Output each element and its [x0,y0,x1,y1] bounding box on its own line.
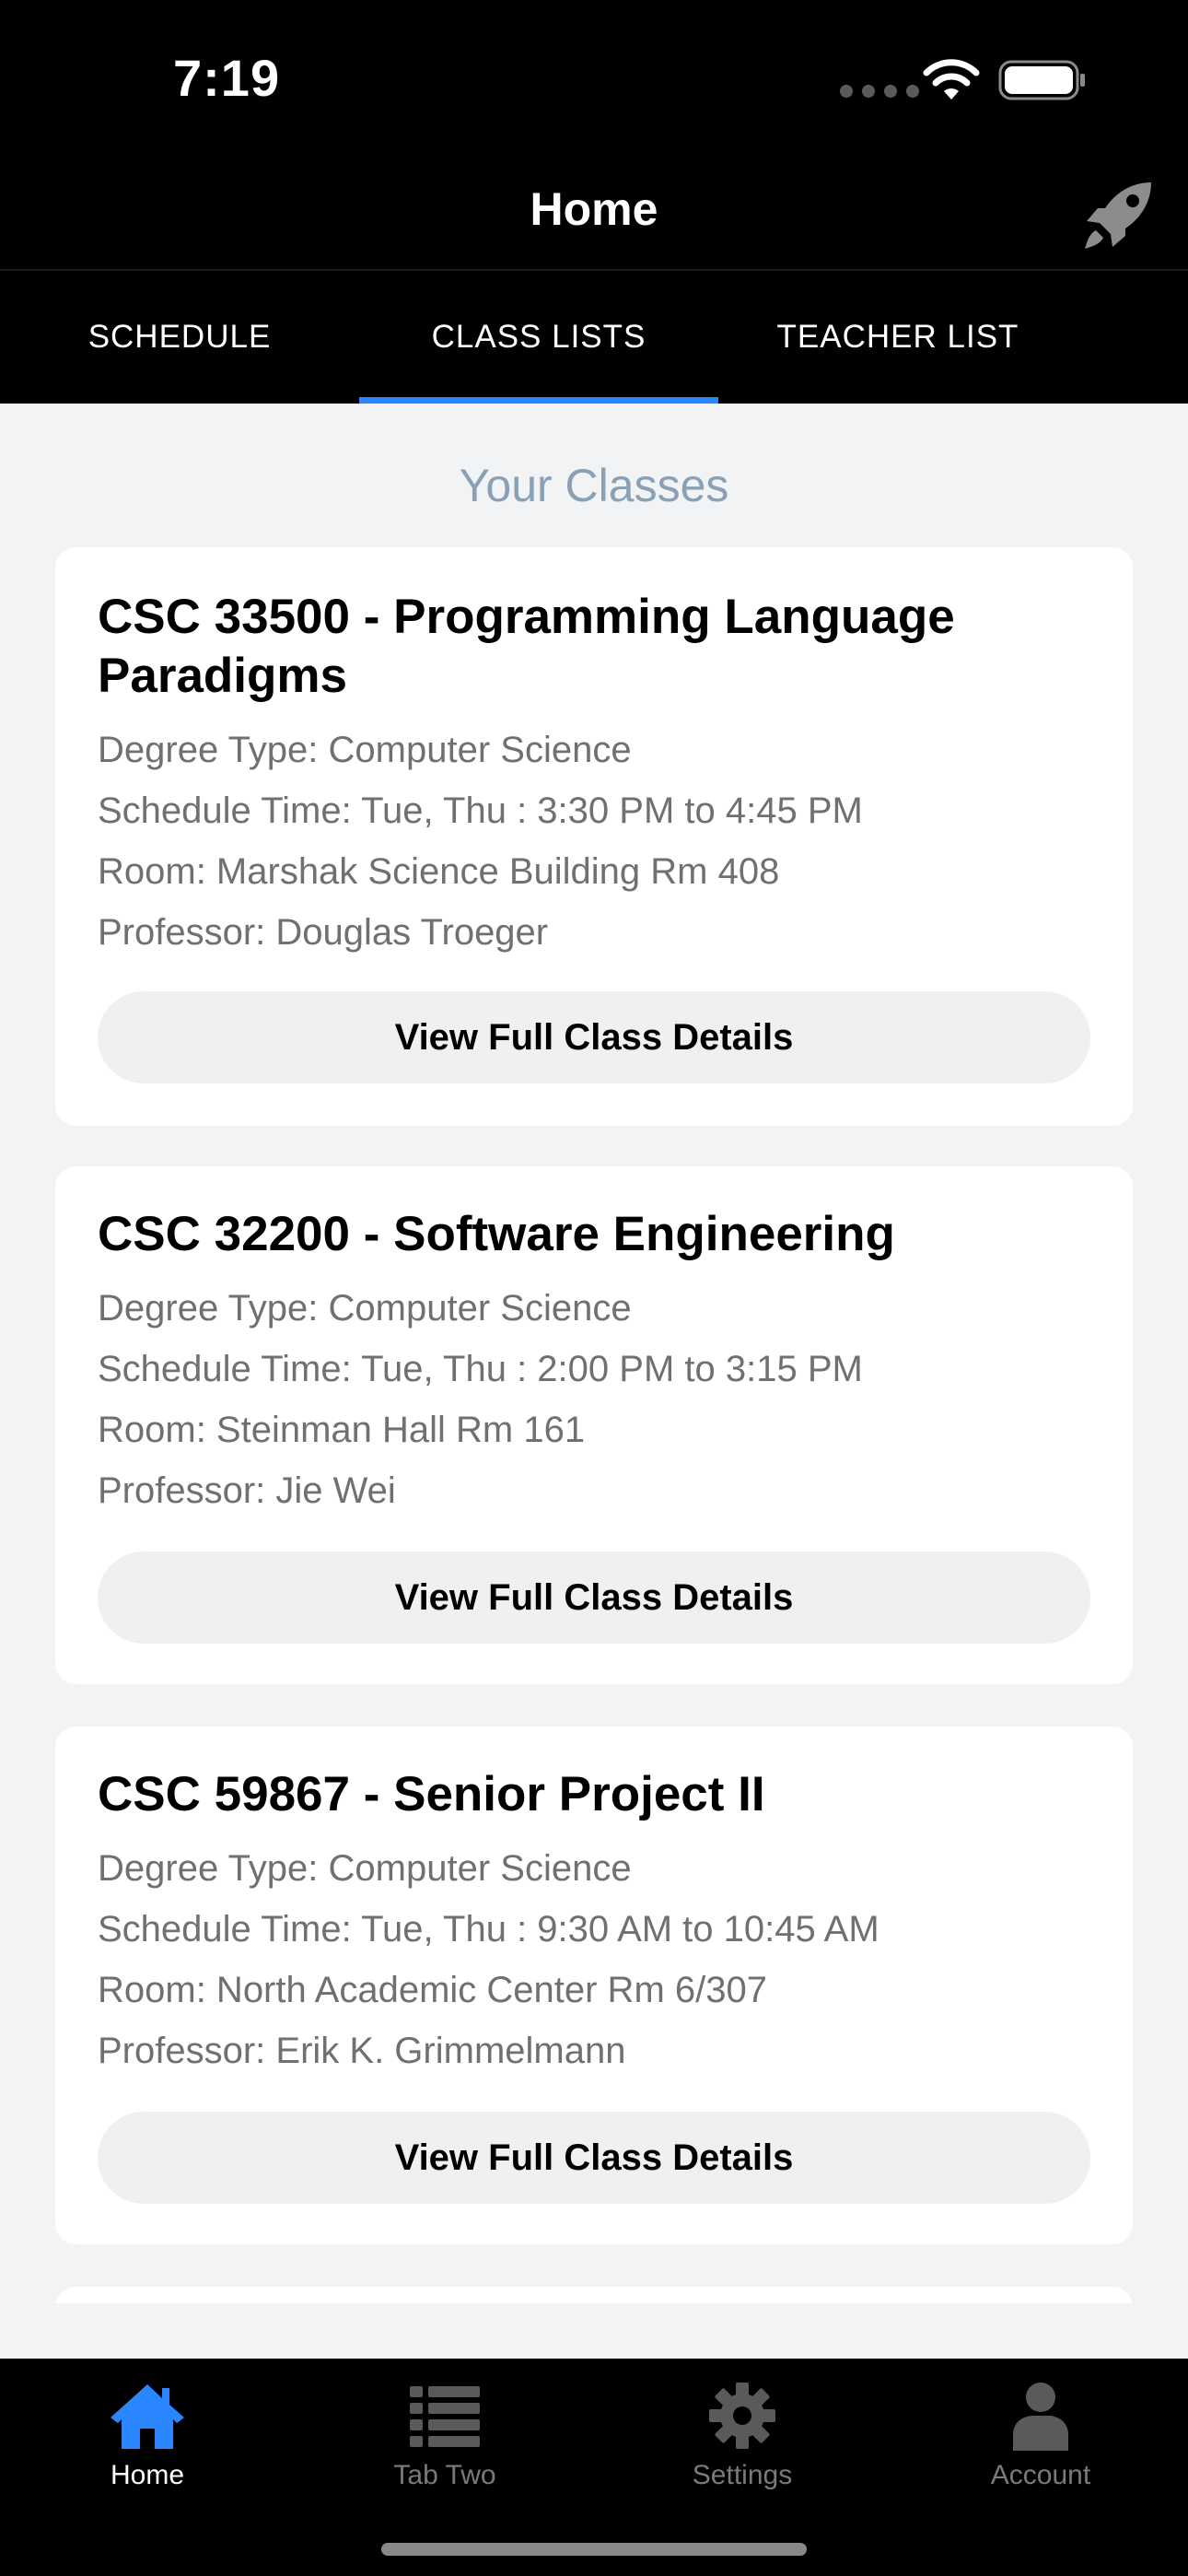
tab-class-lists-label: CLASS LISTS [431,319,646,355]
page-title: Home [530,183,658,235]
tab-settings-label: Settings [692,2460,793,2490]
wifi-icon [923,59,980,100]
navigation-header: Home [0,157,1188,271]
class-professor: Professor: Erik K. Grimmelmann [98,2031,626,2071]
tab-settings[interactable]: Settings [632,2381,853,2510]
class-title: CSC 32200 - Software Engineering [98,1207,895,1261]
class-card: CSC 32200 - Software Engineering Degree … [55,1166,1133,1684]
gear-icon [709,2383,775,2449]
tab-two[interactable]: Tab Two [334,2381,555,2510]
list-icon [410,2386,480,2447]
class-title: CSC 59867 - Senior Project II [98,1767,765,1821]
tab-home-label: Home [110,2460,185,2490]
class-schedule: Schedule Time: Tue, Thu : 9:30 AM to 10:… [98,1909,879,1950]
home-indicator[interactable] [381,2543,807,2556]
rocket-icon[interactable] [1079,177,1157,254]
view-class-details-button[interactable]: View Full Class Details [98,1551,1090,1644]
cellular-signal-icon [840,85,919,98]
top-tab-bar: SCHEDULE CLASS LISTS TEACHER LIST [0,271,1188,404]
class-room: Room: Steinman Hall Rm 161 [98,1410,586,1450]
class-degree: Degree Type: Computer Science [98,730,632,770]
view-class-details-button[interactable]: View Full Class Details [98,2112,1090,2204]
tab-teacher-list-label: TEACHER LIST [776,319,1019,355]
person-icon [1013,2383,1068,2451]
class-room: Room: Marshak Science Building Rm 408 [98,851,780,892]
class-list-scroll[interactable]: Your Classes CSC 33500 - Programming Lan… [0,404,1188,2303]
section-title: Your Classes [459,460,729,511]
class-room: Room: North Academic Center Rm 6/307 [98,1970,767,2010]
class-card: CSC 33500 - Programming Language Paradig… [55,547,1133,1126]
class-card-partial [55,2287,1133,2303]
class-degree: Degree Type: Computer Science [98,1288,632,1329]
battery-icon [998,60,1085,100]
tab-two-label: Tab Two [393,2460,496,2490]
tab-home[interactable]: Home [37,2381,258,2510]
status-bar: 7:19 [0,0,1188,157]
class-professor: Professor: Jie Wei [98,1470,396,1511]
class-schedule: Schedule Time: Tue, Thu : 2:00 PM to 3:1… [98,1349,863,1389]
status-time: 7:19 [173,49,281,107]
tab-schedule[interactable]: SCHEDULE [0,271,359,404]
class-professor: Professor: Douglas Troeger [98,912,549,953]
active-tab-indicator [359,397,718,404]
view-class-details-button[interactable]: View Full Class Details [98,991,1090,1083]
home-icon [111,2384,184,2449]
tab-class-lists[interactable]: CLASS LISTS [359,271,718,404]
tab-account-label: Account [990,2460,1091,2490]
tab-teacher-list[interactable]: TEACHER LIST [718,271,1077,404]
tab-schedule-label: SCHEDULE [87,319,272,355]
class-title: CSC 33500 - Programming Language Paradig… [98,590,955,703]
app-screen: 7:19 Home SCHEDULE CLASS LISTS TEACHER L… [0,0,1188,2576]
tab-account[interactable]: Account [930,2381,1151,2510]
class-degree: Degree Type: Computer Science [98,1848,632,1889]
class-schedule: Schedule Time: Tue, Thu : 3:30 PM to 4:4… [98,790,863,831]
class-card: CSC 59867 - Senior Project II Degree Typ… [55,1727,1133,2244]
